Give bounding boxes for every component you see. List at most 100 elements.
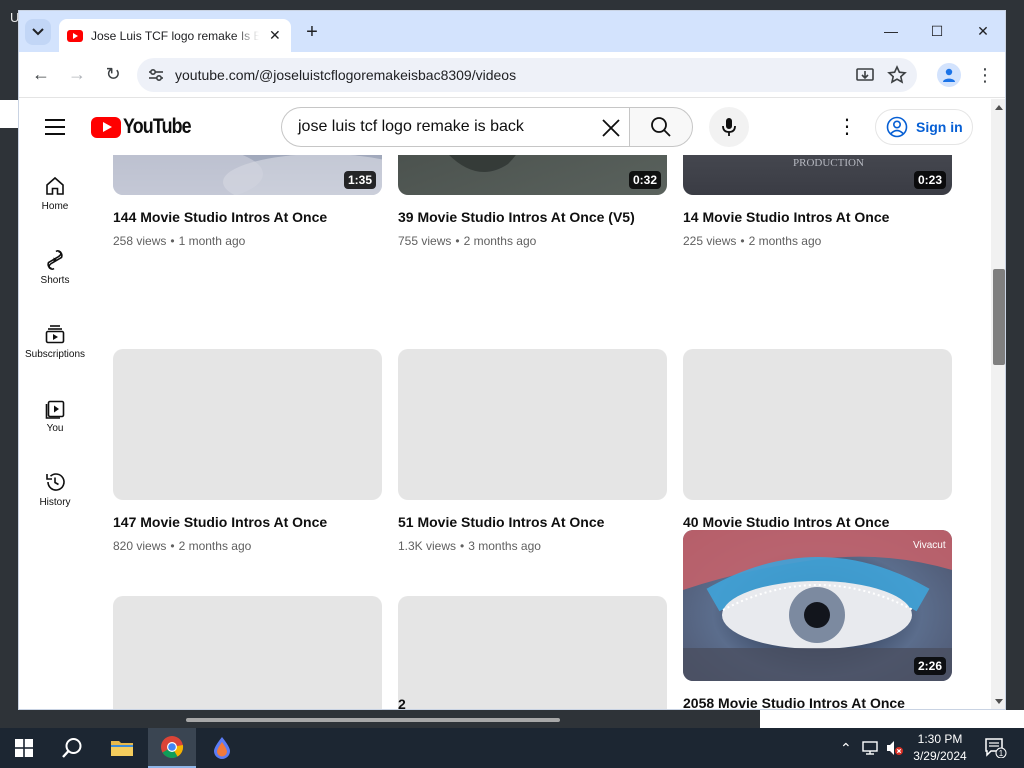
video-title[interactable]: 2 [398,696,406,709]
action-center-button[interactable]: 1 [972,728,1020,768]
video-duration: 0:32 [628,171,661,189]
video-title[interactable]: 144 Movie Studio Intros At Once [113,209,382,225]
video-thumbnail[interactable] [113,349,382,500]
tab-search-button[interactable] [25,19,51,45]
video-thumbnail[interactable] [683,349,952,500]
video-card[interactable]: Vivacut 2:26 2058 Movie Studio Intros At… [683,530,952,709]
video-duration: 2:26 [913,657,946,675]
search-input[interactable]: jose luis tcf logo remake is back [281,107,629,147]
guide-label: Shorts [40,275,70,286]
new-tab-button[interactable]: + [301,21,323,43]
guide-item-history[interactable]: History [19,461,91,521]
taskbar-file-explorer[interactable] [98,728,146,768]
guide-item-you[interactable]: You [19,387,91,447]
meta-separator: • [170,539,175,553]
back-button[interactable]: ← [29,62,53,86]
video-views: 225 views [683,234,737,248]
video-thumbnail[interactable] [398,349,667,500]
video-age: 2 months ago [463,234,537,248]
you-icon [45,400,65,419]
browser-menu-button[interactable]: ⋮ [975,63,995,87]
scroll-up-arrow-icon[interactable] [995,105,1003,110]
subscriptions-icon [45,325,65,344]
maximize-button[interactable]: ☐ [917,17,957,45]
video-title[interactable]: 51 Movie Studio Intros At Once [398,514,667,530]
video-title[interactable]: 2058 Movie Studio Intros At Once [683,695,952,709]
video-thumbnail[interactable] [398,596,667,709]
windows-logo-icon [15,739,33,757]
desktop-window-edge [0,100,18,128]
guide-item-shorts[interactable]: Shorts [19,239,91,299]
chrome-window: Jose Luis TCF logo remake Is Back ✕ + — … [18,10,1006,710]
meta-separator: • [460,539,465,553]
meta-separator: • [740,234,745,248]
video-views: 755 views [398,234,452,248]
clear-search-icon[interactable] [597,114,625,142]
scroll-down-arrow-icon[interactable] [995,699,1003,704]
profile-button[interactable] [937,63,961,87]
microphone-icon [722,118,736,136]
taskbar-app[interactable] [198,728,246,768]
scrollbar-thumb[interactable] [993,269,1005,365]
search-button[interactable] [629,107,693,147]
tray-clock-time[interactable]: 1:30 PM [900,732,980,746]
youtube-logo-text: YouTube [123,115,192,138]
taskbar-chrome[interactable] [148,728,196,768]
thumbnail-art: Vivacut [683,530,952,681]
page-scrollbar[interactable] [991,99,1005,709]
forward-button[interactable]: → [65,62,89,86]
video-card[interactable]: 51 Movie Studio Intros At Once 1.3K view… [398,349,667,553]
youtube-page: Bl EA 1:35 144 Movie Studio Intros At On… [19,99,991,709]
svg-text:PRODUCTION: PRODUCTION [793,157,864,169]
tab-close-icon[interactable]: ✕ [269,27,281,44]
video-title[interactable]: 14 Movie Studio Intros At Once [683,209,952,225]
browser-tab-active[interactable]: Jose Luis TCF logo remake Is Back ✕ [59,19,291,52]
video-views: 258 views [113,234,167,248]
video-card[interactable]: 40 Movie Studio Intros At Once [683,349,952,530]
droplet-app-icon [214,737,230,759]
video-views: 820 views [113,539,167,553]
voice-search-button[interactable] [709,107,749,147]
address-bar[interactable]: youtube.com/@joseluistcflogoremakeisbac8… [137,58,917,92]
settings-more-button[interactable]: ⋮ [837,115,857,139]
meta-separator: • [455,234,460,248]
guide-item-subscriptions[interactable]: Subscriptions [19,313,91,373]
video-title[interactable]: 40 Movie Studio Intros At Once [683,514,952,530]
video-card[interactable]: 2 [398,596,667,709]
sign-in-button[interactable]: Sign in [875,109,973,145]
video-duration: 0:23 [913,171,946,189]
youtube-favicon-icon [67,29,83,42]
horizontal-scrollbar-thumb[interactable] [186,718,560,722]
video-age: 3 months ago [468,539,541,553]
video-title[interactable]: 39 Movie Studio Intros At Once (V5) [398,209,667,225]
video-card[interactable] [113,596,382,709]
video-views: 1.3K views [398,539,457,553]
search-icon [62,738,82,758]
start-button[interactable] [0,728,48,768]
close-window-button[interactable]: ✕ [963,17,1003,45]
site-info-icon[interactable] [147,66,165,84]
history-icon [46,473,65,491]
minimize-button[interactable]: — [871,17,911,45]
video-card[interactable]: 147 Movie Studio Intros At Once 820 view… [113,349,382,553]
install-app-icon[interactable] [855,65,875,85]
video-age: 2 months ago [178,539,252,553]
taskbar-search-button[interactable] [48,728,96,768]
guide-label: You [46,423,64,434]
youtube-logo[interactable]: YouTube [91,115,203,139]
video-title[interactable]: 147 Movie Studio Intros At Once [113,514,382,530]
network-icon[interactable] [862,740,880,756]
reload-button[interactable]: ↻ [101,62,125,86]
youtube-play-logo-icon [91,116,121,138]
chrome-icon [161,736,184,758]
video-thumbnail[interactable] [113,596,382,709]
hamburger-menu-icon[interactable] [45,119,65,135]
guide-item-home[interactable]: Home [19,165,91,225]
home-icon [46,176,64,195]
video-meta: 820 views • 2 months ago [113,539,382,553]
tray-clock-date[interactable]: 3/29/2024 [900,749,980,763]
bookmark-star-icon[interactable] [887,65,907,85]
tray-show-hidden-icon[interactable]: ⌃ [840,740,852,757]
video-age: 1 month ago [178,234,246,248]
video-thumbnail[interactable]: Vivacut 2:26 [683,530,952,681]
